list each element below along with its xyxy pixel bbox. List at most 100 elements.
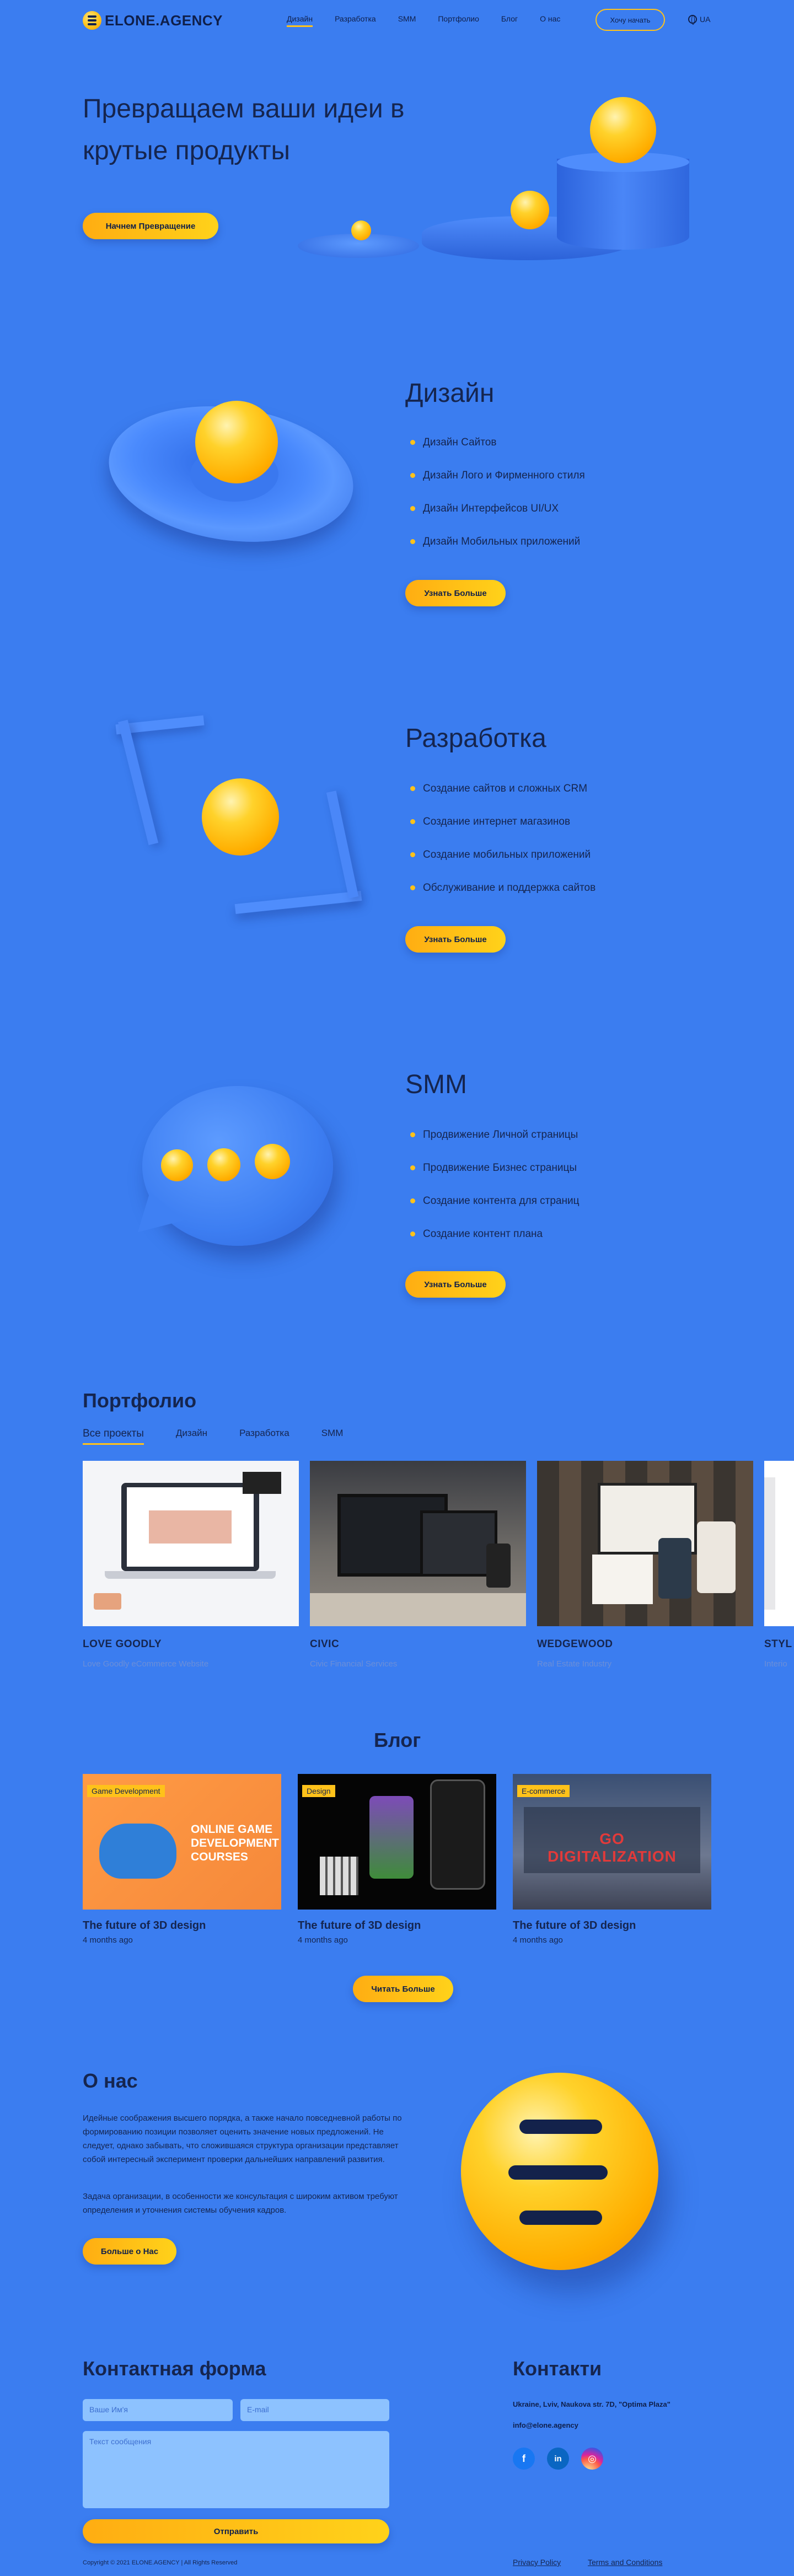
name-input[interactable]: Ваше Им'я — [83, 2399, 233, 2421]
portfolio-image — [310, 1461, 526, 1626]
smm-dot-2 — [207, 1148, 240, 1181]
site-header: ELONE.AGENCY Дизайн Разработка SMM Портф… — [0, 0, 794, 40]
contact-email[interactable]: info@elone.agency — [513, 2421, 578, 2429]
language-switcher[interactable]: UA — [688, 15, 710, 25]
blog-post-date: 4 months ago — [83, 1935, 133, 1945]
list-item: Создание интернет магазинов — [410, 816, 596, 849]
hero-start-button[interactable]: Начнем Превращение — [83, 213, 218, 239]
portfolio-card[interactable]: CIVIC Civic Financial Services — [310, 1461, 526, 1669]
blog-post-date: 4 months ago — [298, 1935, 348, 1945]
hero-medium-sphere — [511, 191, 549, 229]
portfolio-image — [537, 1461, 753, 1626]
nav-design[interactable]: Дизайн — [287, 14, 313, 27]
submit-button[interactable]: Отправить — [83, 2519, 389, 2543]
linkedin-icon[interactable]: in — [547, 2448, 569, 2470]
globe-icon — [688, 15, 697, 25]
development-more-button[interactable]: Узнать Больше — [405, 926, 506, 953]
blog-card[interactable]: E-commerce GO DIGITALIZATION The future … — [513, 1774, 711, 1945]
gamepad-icon — [99, 1824, 176, 1879]
about-title: О нас — [83, 2069, 138, 2092]
portfolio-title-text: LOVE GOODLY — [83, 1638, 162, 1650]
main-nav: Дизайн Разработка SMM Портфолио Блог О н… — [287, 14, 582, 27]
blog-title: Блог — [374, 1729, 421, 1751]
list-item: Создание контента для страниц — [410, 1195, 580, 1228]
tab-all-projects[interactable]: Все проекты — [83, 1428, 144, 1445]
copyright: Copyright © 2021 ELONE.AGENCY | All Righ… — [83, 2559, 238, 2566]
facebook-icon[interactable]: f — [513, 2448, 535, 2470]
message-textarea[interactable]: Текст сообщения — [83, 2431, 389, 2508]
list-item: Продвижение Личной страницы — [410, 1129, 580, 1162]
nav-blog[interactable]: Блог — [501, 14, 518, 27]
blog-post-title: The future of 3D design — [83, 1919, 206, 1932]
development-title: Разработка — [405, 724, 546, 753]
blog-post-title: The future of 3D design — [298, 1919, 421, 1932]
list-item: Дизайн Интерфейсов UI/UX — [410, 503, 585, 536]
smm-list: Продвижение Личной страницы Продвижение … — [410, 1129, 580, 1261]
hero-small-sphere — [351, 221, 371, 240]
portfolio-card[interactable]: WEDGEWOOD Real Estate Industry — [537, 1461, 753, 1669]
instagram-icon[interactable]: ◎ — [581, 2448, 603, 2470]
blog-card[interactable]: Game Development ONLINE GAME DEVELOPMENT… — [83, 1774, 281, 1945]
nav-development[interactable]: Разработка — [335, 14, 376, 27]
blog-image: E-commerce GO DIGITALIZATION — [513, 1774, 711, 1910]
design-list: Дизайн Сайтов Дизайн Лого и Фирменного с… — [410, 437, 585, 569]
contact-form-title: Контактная форма — [83, 2357, 266, 2380]
tab-design[interactable]: Дизайн — [176, 1428, 207, 1445]
logo-text: ELONE.AGENCY — [105, 12, 223, 29]
portfolio-tabs: Все проекты Дизайн Разработка SMM — [83, 1428, 375, 1445]
tab-smm[interactable]: SMM — [321, 1428, 344, 1445]
hero-title: Превращаем ваши идеи в крутые продукты — [83, 94, 405, 165]
list-item: Продвижение Бизнес страницы — [410, 1162, 580, 1195]
blog-post-date: 4 months ago — [513, 1935, 563, 1945]
logo-mark-icon — [83, 11, 101, 30]
header-cta-button[interactable]: Хочу начать — [596, 9, 665, 31]
list-item: Дизайн Лого и Фирменного стиля — [410, 470, 585, 503]
blog-image-caption: ONLINE GAME DEVELOPMENT COURSES — [191, 1823, 279, 1863]
list-item: Создание сайтов и сложных CRM — [410, 783, 596, 816]
portfolio-subtitle: Love Goodly eCommerce Website — [83, 1659, 209, 1669]
portfolio-subtitle: Real Estate Industry — [537, 1659, 612, 1669]
portfolio-card[interactable]: LOVE GOODLY Love Goodly eCommerce Websit… — [83, 1461, 299, 1669]
contacts-title: Контакти — [513, 2357, 602, 2380]
about-paragraph-2: Задача организации, в особенности же кон… — [83, 2192, 398, 2215]
list-item: Обслуживание и поддержка сайтов — [410, 882, 596, 915]
portfolio-card[interactable]: STYL Interio — [764, 1461, 794, 1669]
smm-title: SMM — [405, 1070, 467, 1099]
portfolio-image — [764, 1461, 794, 1626]
about-paragraph-1: Идейные соображения высшего порядка, а т… — [83, 2113, 402, 2164]
list-item: Создание контент плана — [410, 1228, 580, 1261]
blog-tag: Game Development — [87, 1785, 165, 1797]
nav-smm[interactable]: SMM — [398, 14, 416, 27]
portfolio-title-text: CIVIC — [310, 1638, 340, 1650]
portfolio-image — [83, 1461, 299, 1626]
tab-development[interactable]: Разработка — [239, 1428, 289, 1445]
blog-image: Game Development ONLINE GAME DEVELOPMENT… — [83, 1774, 281, 1910]
blog-card[interactable]: Design The future of 3D design 4 months … — [298, 1774, 496, 1945]
terms-link[interactable]: Terms and Conditions — [588, 2558, 662, 2567]
blog-read-more-button[interactable]: Читать Больше — [353, 1976, 453, 2002]
smm-dot-1 — [161, 1149, 193, 1181]
smm-more-button[interactable]: Узнать Больше — [405, 1271, 506, 1298]
portfolio-subtitle: Interio — [764, 1659, 787, 1669]
portfolio-subtitle: Civic Financial Services — [310, 1659, 398, 1669]
nav-portfolio[interactable]: Портфолио — [438, 14, 479, 27]
blog-image: Design — [298, 1774, 496, 1910]
portfolio-title: Портфолио — [83, 1389, 197, 1412]
nav-about[interactable]: О нас — [540, 14, 560, 27]
development-sphere — [202, 778, 279, 856]
design-title: Дизайн — [405, 379, 495, 408]
portfolio-title-text: WEDGEWOOD — [537, 1638, 613, 1650]
privacy-policy-link[interactable]: Privacy Policy — [513, 2558, 561, 2567]
about-more-button[interactable]: Больше о Нас — [83, 2238, 176, 2265]
hero-large-sphere — [590, 97, 656, 163]
logo[interactable]: ELONE.AGENCY — [83, 11, 223, 30]
smm-dot-3 — [255, 1144, 290, 1179]
blog-tag: E-commerce — [517, 1785, 570, 1797]
design-more-button[interactable]: Узнать Больше — [405, 580, 506, 606]
blog-image-caption: GO DIGITALIZATION — [548, 1830, 677, 1865]
list-item: Дизайн Сайтов — [410, 437, 585, 470]
design-sphere — [195, 401, 278, 483]
blog-post-title: The future of 3D design — [513, 1919, 636, 1932]
email-field[interactable]: E-mail — [240, 2399, 389, 2421]
development-list: Создание сайтов и сложных CRM Создание и… — [410, 783, 596, 915]
